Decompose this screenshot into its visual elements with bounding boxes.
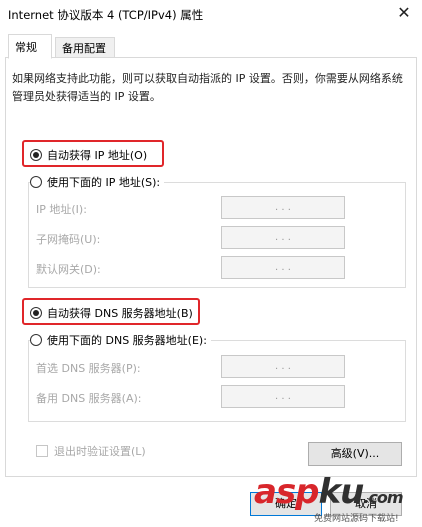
auto-ip-radio[interactable]: 自动获得 IP 地址(O) xyxy=(30,147,147,163)
watermark-subtitle: 免费网站源码下载站! xyxy=(314,514,399,524)
alternate-dns-label: 备用 DNS 服务器(A): xyxy=(36,392,142,405)
validate-on-exit-checkbox[interactable]: 退出时验证设置(L) xyxy=(36,443,146,459)
subnet-mask-value: . . . xyxy=(275,232,291,243)
manual-ip-radio[interactable]: 使用下面的 IP 地址(S): xyxy=(30,174,165,190)
default-gateway-input[interactable]: . . . xyxy=(221,256,345,279)
manual-dns-group xyxy=(28,340,406,422)
manual-dns-label: 使用下面的 DNS 服务器地址(E): xyxy=(47,334,207,347)
description-text: 如果网络支持此功能，则可以获取自动指派的 IP 设置。否则，你需要从网络系统管理… xyxy=(12,72,403,103)
tab-general[interactable]: 常规 xyxy=(8,34,52,59)
preferred-dns-input[interactable]: . . . xyxy=(221,355,345,378)
radio-unselected-icon xyxy=(30,334,42,346)
site-watermark: aspku.com 免费网站源码下载站! xyxy=(226,472,422,527)
general-tab-panel: 如果网络支持此功能，则可以获取自动指派的 IP 设置。否则，你需要从网络系统管理… xyxy=(5,57,417,477)
auto-dns-label: 自动获得 DNS 服务器地址(B) xyxy=(47,307,193,320)
tab-alternate-config[interactable]: 备用配置 xyxy=(55,37,115,58)
watermark-logo: aspku.com xyxy=(254,472,404,512)
radio-selected-icon xyxy=(30,149,42,161)
radio-selected-icon xyxy=(30,307,42,319)
manual-ip-label: 使用下面的 IP 地址(S): xyxy=(47,176,161,189)
watermark-logo-dark: ku xyxy=(318,472,365,512)
alternate-dns-value: . . . xyxy=(275,391,291,402)
ip-address-label: IP 地址(I): xyxy=(36,203,87,216)
ip-address-input[interactable]: . . . xyxy=(221,196,345,219)
checkbox-unchecked-icon xyxy=(36,445,48,457)
close-icon[interactable]: ✕ xyxy=(395,3,413,23)
subnet-mask-label: 子网掩码(U): xyxy=(36,233,101,246)
auto-dns-radio[interactable]: 自动获得 DNS 服务器地址(B) xyxy=(30,305,193,321)
default-gateway-value: . . . xyxy=(275,262,291,273)
watermark-logo-suffix: .com xyxy=(363,488,403,507)
ip-address-value: . . . xyxy=(275,202,291,213)
manual-dns-radio[interactable]: 使用下面的 DNS 服务器地址(E): xyxy=(30,332,211,348)
alternate-dns-input[interactable]: . . . xyxy=(221,385,345,408)
subnet-mask-input[interactable]: . . . xyxy=(221,226,345,249)
title-bar: Internet 协议版本 4 (TCP/IPv4) 属性 ✕ xyxy=(0,0,422,28)
default-gateway-label: 默认网关(D): xyxy=(36,263,101,276)
window-title: Internet 协议版本 4 (TCP/IPv4) 属性 xyxy=(8,8,204,22)
advanced-button[interactable]: 高级(V)... xyxy=(308,442,402,466)
validate-on-exit-label: 退出时验证设置(L) xyxy=(54,445,146,458)
preferred-dns-value: . . . xyxy=(275,361,291,372)
preferred-dns-label: 首选 DNS 服务器(P): xyxy=(36,362,141,375)
watermark-logo-red: asp xyxy=(254,472,320,512)
radio-unselected-icon xyxy=(30,176,42,188)
auto-ip-label: 自动获得 IP 地址(O) xyxy=(47,149,148,162)
